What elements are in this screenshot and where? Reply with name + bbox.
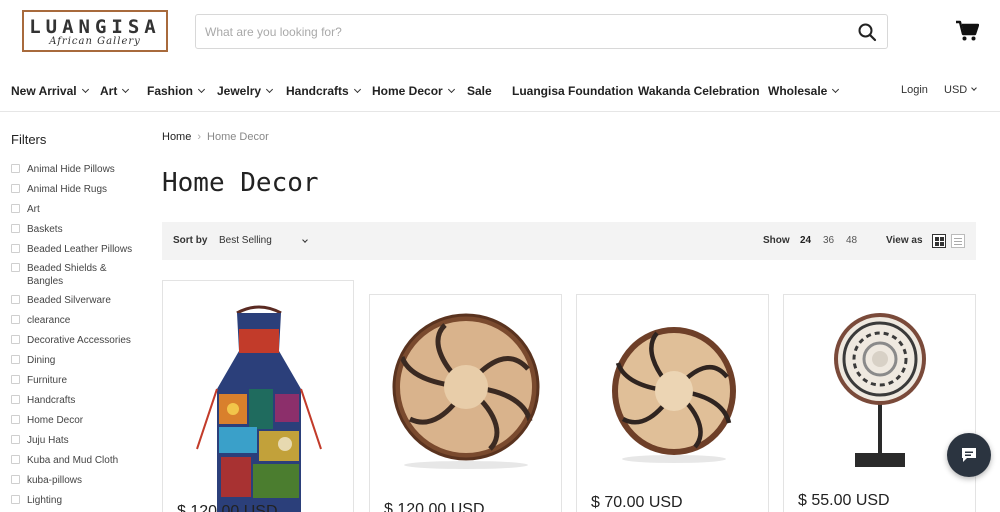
product-price: $ 55.00 USD [798, 492, 890, 509]
product-image-basket [612, 327, 736, 463]
checkbox[interactable] [11, 244, 20, 253]
currency-selector[interactable]: USD [944, 84, 978, 96]
filter-clearance[interactable]: clearance [11, 314, 141, 327]
breadcrumb-separator-icon: › [197, 131, 202, 143]
nav-wholesale[interactable]: Wholesale [768, 84, 840, 98]
page-title: Home Decor [162, 168, 319, 198]
checkbox[interactable] [11, 375, 20, 384]
chevron-down-icon [447, 85, 455, 94]
filter-handcrafts[interactable]: Handcrafts [11, 394, 141, 407]
show-option-24[interactable]: 24 [800, 235, 811, 246]
site-header: LUANGISA African Gallery [0, 0, 1000, 70]
filter-baskets[interactable]: Baskets [11, 223, 141, 236]
sort-label: Sort by [173, 235, 208, 246]
filter-home-decor[interactable]: Home Decor [11, 414, 141, 427]
product-price: $ 70.00 USD [591, 494, 683, 511]
filter-kuba-pillows[interactable]: kuba-pillows [11, 474, 141, 487]
breadcrumb: Home › Home Decor [162, 131, 269, 143]
breadcrumb-home[interactable]: Home [162, 131, 191, 143]
filter-dining[interactable]: Dining [11, 354, 141, 367]
chevron-down-icon [353, 85, 361, 94]
search-bar [195, 14, 888, 49]
view-as-label: View as [886, 235, 923, 246]
filter-kuba-and-mud-cloth[interactable]: Kuba and Mud Cloth [11, 454, 141, 467]
product-price: $ 120.00 USD [384, 501, 485, 512]
filter-furniture[interactable]: Furniture [11, 374, 141, 387]
search-input[interactable] [197, 16, 837, 47]
checkbox[interactable] [11, 355, 20, 364]
login-link[interactable]: Login [901, 84, 928, 96]
checkbox[interactable] [11, 315, 20, 324]
nav-sale[interactable]: Sale [467, 84, 492, 98]
chevron-down-icon [197, 85, 206, 94]
filter-animal-hide-rugs[interactable]: Animal Hide Rugs [11, 183, 141, 196]
nav-new-arrival[interactable]: New Arrival [11, 84, 89, 98]
checkbox[interactable] [11, 335, 20, 344]
product-image-basket-stand [834, 313, 926, 467]
checkbox[interactable] [11, 495, 20, 504]
checkbox[interactable] [11, 415, 20, 424]
list-view-icon[interactable] [951, 234, 965, 248]
filter-beaded-silverware[interactable]: Beaded Silverware [11, 294, 141, 307]
filter-decorative-accessories[interactable]: Decorative Accessories [11, 334, 141, 347]
filter-juju-hats[interactable]: Juju Hats [11, 434, 141, 447]
filter-art[interactable]: Art [11, 203, 141, 216]
filters-heading: Filters [11, 132, 47, 147]
nav-home-decor[interactable]: Home Decor [372, 84, 455, 98]
chevron-down-icon [81, 85, 89, 94]
filter-beaded-leather-pillows[interactable]: Beaded Leather Pillows [11, 243, 141, 256]
chevron-down-icon [302, 237, 308, 243]
nav-fashion[interactable]: Fashion [147, 84, 206, 98]
checkbox[interactable] [11, 164, 20, 173]
chevron-down-icon [266, 85, 274, 94]
filter-lighting[interactable]: Lighting [11, 494, 141, 507]
nav-luangisa-foundation[interactable]: Luangisa Foundation [512, 84, 633, 98]
nav-wakanda-celebration[interactable]: Wakanda Celebration [638, 84, 760, 98]
logo-wordmark: LUANGISA [29, 16, 161, 38]
checkbox[interactable] [11, 475, 20, 484]
show-label: Show [763, 235, 790, 246]
product-price: $ 120.00 USD [177, 503, 278, 512]
product-card[interactable]: $ 55.00 USD [783, 294, 976, 512]
chat-icon [962, 448, 976, 462]
breadcrumb-current: Home Decor [207, 131, 269, 143]
show-option-36[interactable]: 36 [823, 235, 834, 246]
checkbox[interactable] [11, 455, 20, 464]
nav-jewelry[interactable]: Jewelry [217, 84, 274, 98]
site-logo[interactable]: LUANGISA African Gallery [22, 10, 168, 52]
nav-handcrafts[interactable]: Handcrafts [286, 84, 361, 98]
product-card[interactable]: $ 70.00 USD [576, 294, 769, 512]
collection-toolbar: Sort by Best Selling Show 24 36 48 View … [162, 222, 976, 260]
search-icon[interactable] [857, 22, 877, 42]
product-image-apron [177, 299, 342, 512]
product-image-basket [392, 313, 540, 469]
checkbox[interactable] [11, 435, 20, 444]
checkbox[interactable] [11, 295, 20, 304]
cart-icon[interactable] [955, 20, 979, 42]
checkbox[interactable] [11, 184, 20, 193]
filter-animal-hide-pillows[interactable]: Animal Hide Pillows [11, 163, 141, 176]
chevron-down-icon [122, 85, 130, 94]
filter-beaded-shields-bangles[interactable]: Beaded Shields & Bangles [11, 262, 119, 288]
product-card[interactable]: $ 120.00 USD [162, 280, 354, 512]
checkbox[interactable] [11, 395, 20, 404]
main-navigation: New Arrival Art Fashion Jewelry Handcraf… [0, 70, 1000, 112]
checkbox[interactable] [11, 263, 20, 272]
sort-select[interactable]: Best Selling [219, 235, 311, 246]
show-option-48[interactable]: 48 [846, 235, 857, 246]
product-card[interactable]: $ 120.00 USD [369, 294, 562, 512]
chat-button[interactable] [947, 433, 991, 477]
logo-tagline: African Gallery [49, 36, 141, 47]
checkbox[interactable] [11, 224, 20, 233]
grid-view-icon[interactable] [932, 234, 946, 248]
chevron-down-icon [832, 85, 840, 94]
chevron-down-icon [971, 85, 978, 91]
nav-art[interactable]: Art [100, 84, 130, 98]
checkbox[interactable] [11, 204, 20, 213]
